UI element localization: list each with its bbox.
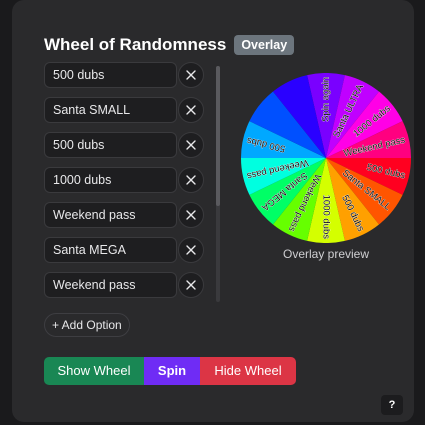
remove-option-button[interactable] — [178, 97, 204, 123]
remove-option-button[interactable] — [178, 237, 204, 263]
remove-option-button[interactable] — [178, 62, 204, 88]
close-icon — [186, 210, 196, 220]
option-row: 1000 dubs — [44, 167, 204, 193]
wheel-graphic: Spin again Santa ULTRA1000 dubsWeekend pa… — [241, 73, 411, 243]
option-row: Weekend pass — [44, 202, 204, 228]
option-row: 500 dubs — [44, 132, 204, 158]
wheel-preview: Spin again Santa ULTRA 1000 dubs Weekend pa… — [241, 73, 411, 243]
hide-wheel-button[interactable]: Hide Wheel — [200, 357, 296, 385]
wheel-controls: Show Wheel Spin Hide Wheel — [44, 357, 296, 385]
option-row: 500 dubs — [44, 62, 204, 88]
overlay-badge: Overlay — [234, 35, 295, 55]
add-option-button[interactable]: + Add Option — [44, 313, 130, 337]
close-icon — [186, 70, 196, 80]
option-row: Santa SMALL — [44, 97, 204, 123]
option-row: Weekend pass — [44, 272, 204, 298]
remove-option-button[interactable] — [178, 272, 204, 298]
page-title: Wheel of Randomness — [44, 35, 227, 54]
help-button[interactable]: ? — [381, 395, 403, 415]
option-input[interactable]: 500 dubs — [44, 62, 177, 88]
option-input[interactable]: Weekend pass — [44, 272, 177, 298]
wheel-segment-label: Spin again — [321, 77, 332, 122]
remove-option-button[interactable] — [178, 167, 204, 193]
option-input[interactable]: 500 dubs — [44, 132, 177, 158]
show-wheel-button[interactable]: Show Wheel — [44, 357, 144, 385]
wheel-segment-label: 1000 dubs — [320, 195, 331, 240]
scrollbar-thumb[interactable] — [216, 66, 220, 206]
option-input[interactable]: Santa SMALL — [44, 97, 177, 123]
option-input[interactable]: Weekend pass — [44, 202, 177, 228]
remove-option-button[interactable] — [178, 202, 204, 228]
options-scrollbar[interactable] — [216, 66, 220, 302]
overlay-preview-label: Overlay preview — [282, 247, 370, 261]
close-icon — [186, 140, 196, 150]
close-icon — [186, 175, 196, 185]
option-row: Santa MEGA — [44, 237, 204, 263]
option-input[interactable]: Santa MEGA — [44, 237, 177, 263]
option-input[interactable]: 1000 dubs — [44, 167, 177, 193]
close-icon — [186, 245, 196, 255]
remove-option-button[interactable] — [178, 132, 204, 158]
close-icon — [186, 280, 196, 290]
close-icon — [186, 105, 196, 115]
header: Wheel of Randomness Overlay — [44, 35, 295, 55]
spin-button[interactable]: Spin — [144, 357, 200, 385]
